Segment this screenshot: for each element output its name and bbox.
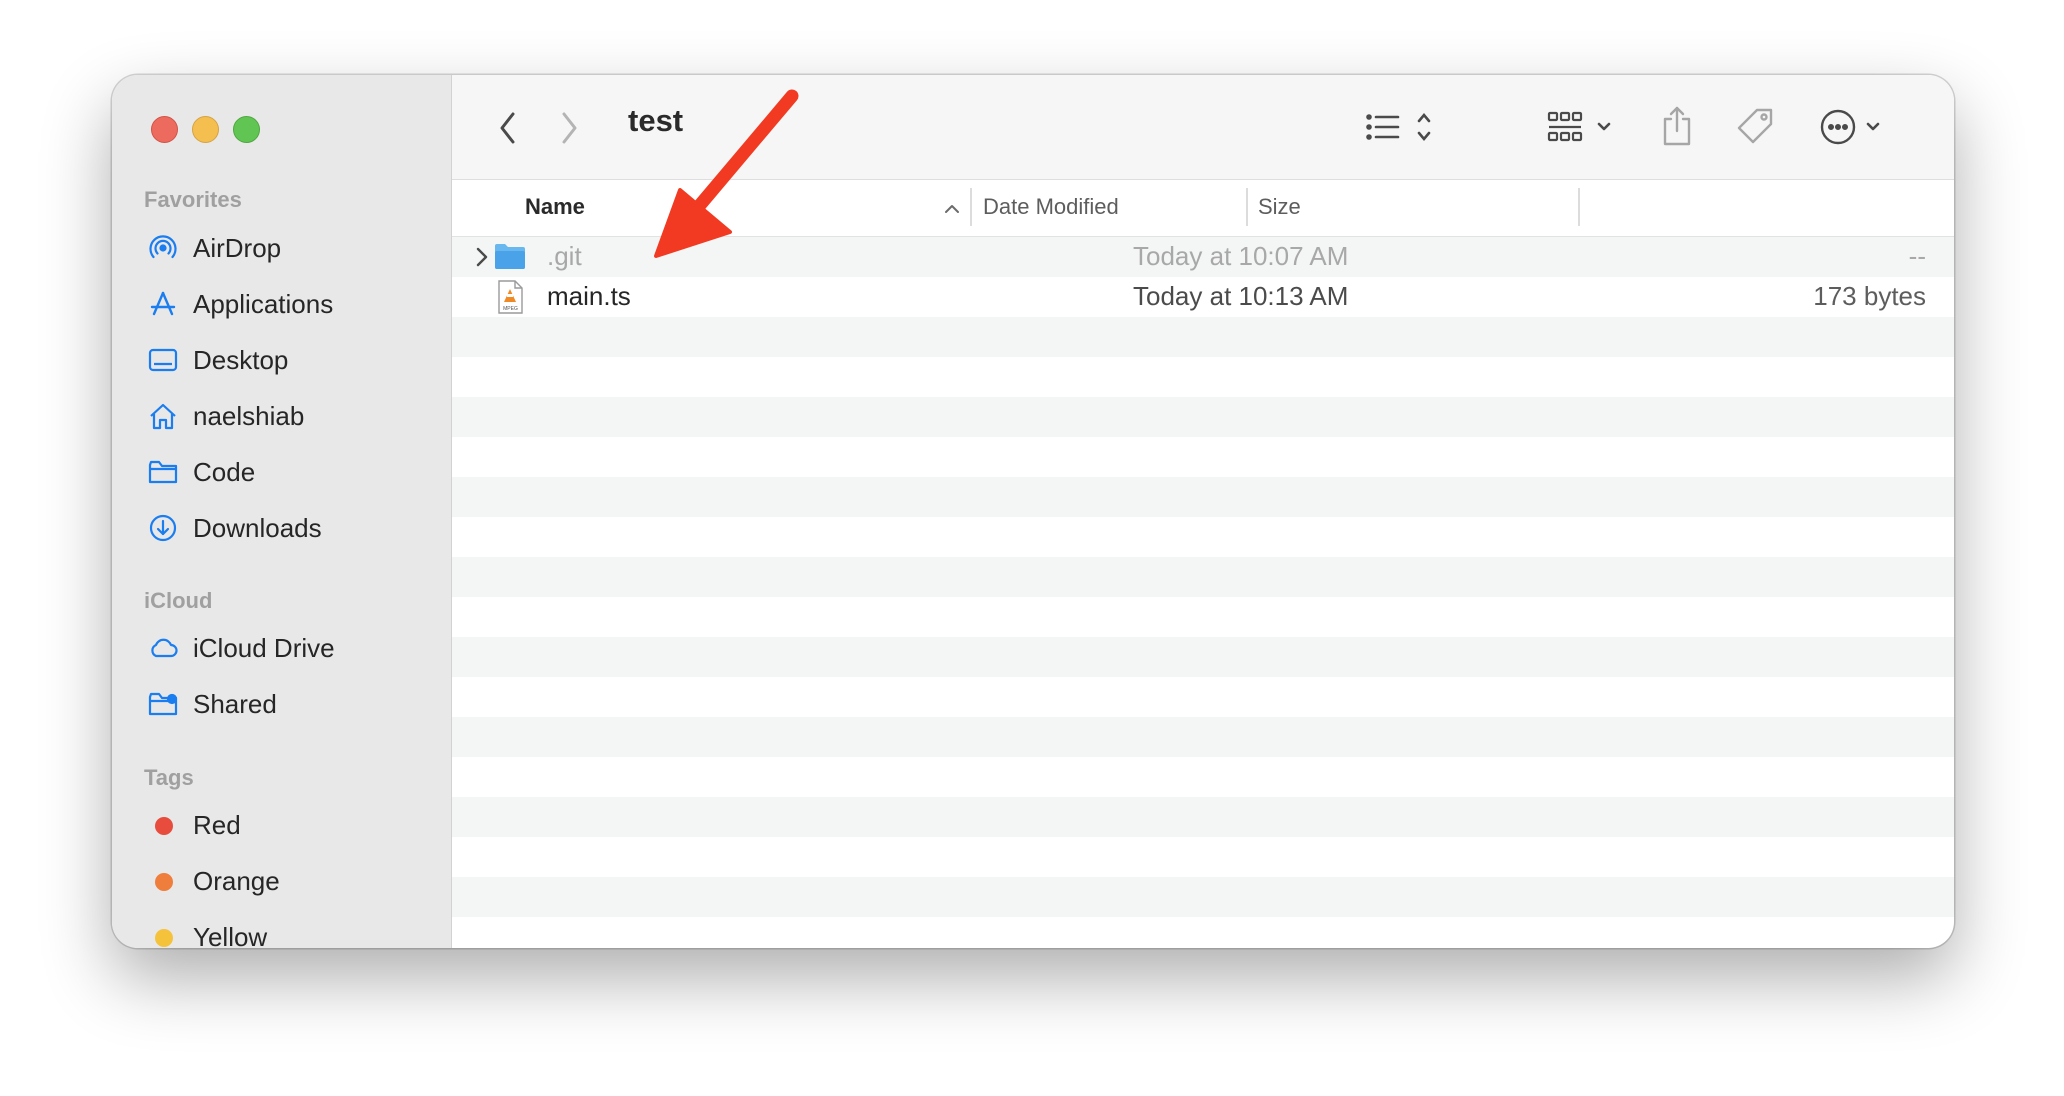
sidebar-item-label: Desktop [193, 345, 289, 375]
empty-row [452, 557, 1954, 597]
sidebar-item-code[interactable]: Code [112, 448, 452, 496]
sidebar-tag-orange[interactable]: Orange [112, 857, 452, 905]
empty-row [452, 917, 1954, 948]
column-separator[interactable] [1246, 188, 1248, 226]
sidebar-item-downloads[interactable]: Downloads [112, 504, 452, 552]
sidebar-item-desktop[interactable]: Desktop [112, 336, 452, 384]
file-name: main.ts [547, 281, 631, 311]
finder-window: Favorites AirDrop Applications Desktop n… [112, 75, 1954, 948]
empty-row [452, 397, 1954, 437]
column-date-modified[interactable]: Date Modified [983, 194, 1119, 220]
close-window-button[interactable] [151, 116, 178, 143]
empty-row [452, 437, 1954, 477]
folder-icon [494, 242, 526, 275]
empty-row [452, 517, 1954, 557]
empty-row [452, 597, 1954, 637]
downloads-icon [148, 514, 178, 542]
sidebar-item-label: Red [193, 810, 241, 840]
minimize-window-button[interactable] [192, 116, 219, 143]
forward-button[interactable] [556, 108, 582, 153]
sidebar-item-label: AirDrop [193, 233, 282, 263]
orange-tag-dot-icon [155, 873, 173, 891]
table-row[interactable]: MPEG main.ts Today at 10:13 AM 173 bytes [452, 277, 1954, 317]
empty-row [452, 477, 1954, 517]
sidebar-item-label: Code [193, 457, 256, 487]
file-date-modified: Today at 10:13 AM [1133, 281, 1349, 311]
sidebar-tag-yellow[interactable]: Yellow [112, 913, 452, 948]
sidebar-item-label: Yellow [193, 922, 268, 948]
sidebar-item-label: Applications [193, 289, 334, 319]
file-date-modified: Today at 10:07 AM [1133, 241, 1349, 271]
sidebar-item-shared[interactable]: Shared [112, 680, 452, 728]
table-row[interactable]: .git Today at 10:07 AM -- [452, 237, 1954, 277]
empty-row [452, 717, 1954, 757]
airdrop-icon [148, 234, 178, 262]
sidebar-section-icloud: iCloud [144, 588, 213, 613]
zoom-window-button[interactable] [233, 116, 260, 143]
sidebar-section-favorites: Favorites [144, 187, 242, 212]
sidebar-item-home[interactable]: naelshiab [112, 392, 452, 440]
empty-row [452, 797, 1954, 837]
yellow-tag-dot-icon [155, 929, 173, 947]
tag-icon[interactable] [1735, 106, 1775, 151]
sidebar-item-label: naelshiab [193, 401, 305, 431]
file-size: 173 bytes [1813, 281, 1926, 311]
red-tag-dot-icon [155, 817, 173, 835]
sidebar: Favorites AirDrop Applications Desktop n… [112, 75, 452, 948]
folder-icon [148, 458, 178, 486]
home-icon [148, 402, 178, 430]
disclosure-triangle-icon[interactable] [474, 245, 490, 274]
mpeg-file-icon: MPEG [496, 280, 524, 319]
sidebar-item-label: Orange [193, 866, 280, 896]
share-icon[interactable] [1660, 104, 1694, 153]
sidebar-item-label: Shared [193, 689, 277, 719]
column-size[interactable]: Size [1258, 194, 1301, 220]
group-view-icon[interactable] [1547, 108, 1619, 153]
shared-folder-icon [148, 690, 178, 718]
column-separator[interactable] [1578, 188, 1580, 226]
cloud-icon [148, 634, 178, 662]
sort-ascending-icon[interactable] [942, 198, 962, 223]
list-view-icon[interactable] [1365, 108, 1441, 153]
empty-row [452, 677, 1954, 717]
back-button[interactable] [495, 108, 521, 153]
file-icon-badge: MPEG [503, 306, 518, 312]
applications-icon [148, 290, 178, 318]
empty-row [452, 317, 1954, 357]
file-list: .git Today at 10:07 AM -- MPEG main.ts T… [452, 237, 1954, 948]
file-name: .git [547, 241, 582, 271]
sidebar-item-applications[interactable]: Applications [112, 280, 452, 328]
column-header: Name Date Modified Size [452, 180, 1954, 237]
empty-row [452, 357, 1954, 397]
empty-row [452, 757, 1954, 797]
sidebar-item-airdrop[interactable]: AirDrop [112, 224, 452, 272]
window-title: test [628, 103, 684, 138]
desktop-icon [148, 346, 178, 374]
column-name[interactable]: Name [525, 194, 585, 220]
column-separator[interactable] [970, 188, 972, 226]
empty-row [452, 837, 1954, 877]
sidebar-item-icloud-drive[interactable]: iCloud Drive [112, 624, 452, 672]
sidebar-item-label: Downloads [193, 513, 322, 543]
file-size: -- [1908, 241, 1926, 271]
more-actions-icon[interactable] [1820, 107, 1892, 152]
sidebar-tag-red[interactable]: Red [112, 801, 452, 849]
empty-row [452, 877, 1954, 917]
sidebar-section-tags: Tags [144, 765, 194, 790]
sidebar-item-label: iCloud Drive [193, 633, 335, 663]
empty-row [452, 637, 1954, 677]
